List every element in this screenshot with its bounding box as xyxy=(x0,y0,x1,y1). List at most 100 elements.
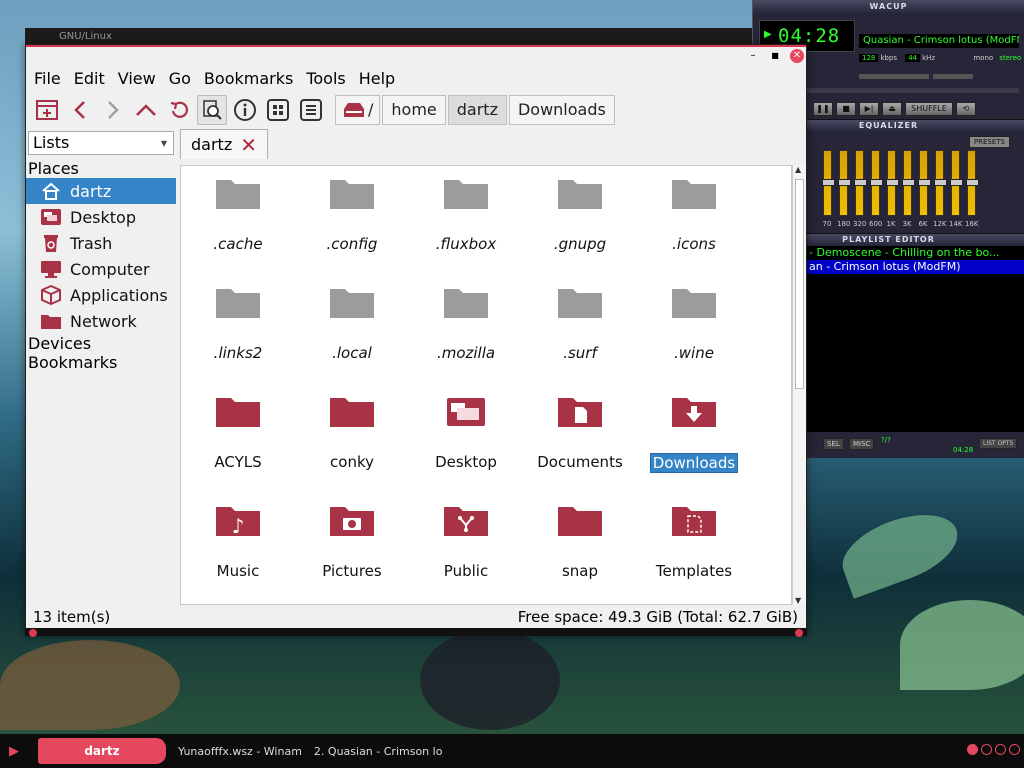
eq-slider[interactable] xyxy=(838,150,851,216)
hidden-folder-icon xyxy=(329,285,375,319)
tab-dartz[interactable]: dartz ✕ xyxy=(180,129,268,159)
workspace-button[interactable]: dartz xyxy=(38,738,166,764)
list-view-button[interactable] xyxy=(296,95,326,125)
wallpaper-leaf xyxy=(420,630,560,730)
back-button[interactable] xyxy=(65,95,95,125)
eject-button[interactable]: ⏏ xyxy=(882,102,902,116)
search-button[interactable] xyxy=(197,95,227,125)
properties-button[interactable] xyxy=(230,95,260,125)
folder-label: .cache xyxy=(213,235,263,253)
eq-slider[interactable] xyxy=(934,150,947,216)
folder-item[interactable]: Desktop xyxy=(411,394,521,471)
folder-item[interactable]: ♪ Music xyxy=(183,503,293,580)
folder-item[interactable]: Pictures xyxy=(297,503,407,580)
close-tab-icon[interactable]: ✕ xyxy=(240,133,257,157)
folder-item[interactable]: .links2 xyxy=(183,285,293,362)
folder-item[interactable]: .wine xyxy=(639,285,749,362)
workspace-dot[interactable] xyxy=(995,744,1006,755)
folder-item[interactable]: .fluxbox xyxy=(411,176,521,253)
new-tab-button[interactable] xyxy=(32,95,62,125)
folder-item[interactable]: conky xyxy=(297,394,407,471)
eq-slider[interactable] xyxy=(886,150,899,216)
menu-help[interactable]: Help xyxy=(359,69,395,88)
sidebar-item-computer[interactable]: Computer xyxy=(26,256,176,282)
folder-item[interactable]: Public xyxy=(411,503,521,580)
parent-folder-button[interactable] xyxy=(131,95,161,125)
devices-heading[interactable]: Devices xyxy=(26,334,176,353)
file-icon-view[interactable]: .cache .config .fluxbox .gnupg .icons .links2… xyxy=(180,165,792,605)
workspace-dot[interactable] xyxy=(967,744,978,755)
pause-button[interactable]: ❚❚ xyxy=(813,102,833,116)
maximize-icon[interactable]: ■ xyxy=(768,49,782,63)
menu-edit[interactable]: Edit xyxy=(74,69,105,88)
balance-slider[interactable] xyxy=(933,74,973,79)
eq-slider[interactable] xyxy=(854,150,867,216)
menu-bookmarks[interactable]: Bookmarks xyxy=(204,69,293,88)
folder-item[interactable]: ACYLS xyxy=(183,394,293,471)
playlist-misc-button[interactable]: MISC xyxy=(849,438,875,450)
folder-label: .wine xyxy=(674,344,714,362)
sidebar-item-applications[interactable]: Applications xyxy=(26,282,176,308)
sidebar-item-network[interactable]: Network xyxy=(26,308,176,334)
shuffle-button[interactable]: SHUFFLE xyxy=(905,102,953,116)
scrollbar-thumb[interactable] xyxy=(795,179,804,389)
desktop-icon xyxy=(40,208,62,226)
folder-item[interactable]: .gnupg xyxy=(525,176,635,253)
sidebar-mode-select[interactable]: Lists xyxy=(28,131,174,155)
scroll-down-icon[interactable]: ▼ xyxy=(795,596,801,605)
scroll-up-icon[interactable]: ▲ xyxy=(795,165,801,174)
folder-item[interactable]: snap xyxy=(525,503,635,580)
menu-file[interactable]: File xyxy=(34,69,61,88)
icon-view-button[interactable] xyxy=(263,95,293,125)
playlist-list-options-button[interactable]: LIST OPTS xyxy=(979,438,1018,449)
presets-button[interactable]: PRESETS xyxy=(968,136,1010,148)
minimize-icon[interactable]: – xyxy=(746,49,760,63)
folder-item[interactable]: Templates xyxy=(639,503,749,580)
eq-slider[interactable] xyxy=(918,150,931,216)
reload-button[interactable] xyxy=(164,95,194,125)
folder-item[interactable]: .icons xyxy=(639,176,749,253)
playlist-sel-button[interactable]: SEL xyxy=(823,438,844,450)
volume-slider[interactable] xyxy=(859,74,929,79)
forward-button[interactable] xyxy=(98,95,128,125)
breadcrumb-home[interactable]: home xyxy=(382,95,446,125)
folder-item[interactable]: Documents xyxy=(525,394,635,471)
eq-label: 12K xyxy=(933,220,947,228)
folder-item[interactable]: .surf xyxy=(525,285,635,362)
hidden-folder-icon xyxy=(557,285,603,319)
menu-play-icon[interactable]: ▶ xyxy=(0,744,28,759)
eq-slider[interactable] xyxy=(822,150,835,216)
folder-item[interactable]: .local xyxy=(297,285,407,362)
menu-go[interactable]: Go xyxy=(169,69,191,88)
next-button[interactable]: ▶| xyxy=(859,102,879,116)
workspace-dot[interactable] xyxy=(1009,744,1020,755)
sidebar-item-desktop[interactable]: Desktop xyxy=(26,204,176,230)
menu-tools[interactable]: Tools xyxy=(306,69,345,88)
window-titlebar[interactable]: – ■ ✕ xyxy=(26,45,806,65)
breadcrumb-root[interactable]: / xyxy=(335,95,381,125)
menu-view[interactable]: View xyxy=(118,69,156,88)
sidebar-item-dartz[interactable]: dartz xyxy=(26,178,176,204)
breadcrumb-downloads[interactable]: Downloads xyxy=(508,95,615,125)
breadcrumb-dartz[interactable]: dartz xyxy=(447,95,507,125)
close-icon[interactable]: ✕ xyxy=(790,49,804,63)
repeat-button[interactable]: ⟲ xyxy=(956,102,976,116)
eq-slider[interactable] xyxy=(966,150,979,216)
task-playlist[interactable]: 2. Quasian - Crimson lo xyxy=(314,745,443,758)
sidebar-item-trash[interactable]: Trash xyxy=(26,230,176,256)
folder-item[interactable]: .config xyxy=(297,176,407,253)
stop-button[interactable]: ■ xyxy=(836,102,856,116)
folder-item[interactable]: .cache xyxy=(183,176,293,253)
vertical-scrollbar[interactable]: ▲ ▼ xyxy=(792,165,806,605)
eq-slider[interactable] xyxy=(902,150,915,216)
task-winamp[interactable]: Yunaofffx.wsz - Winam xyxy=(178,745,302,758)
folder-item[interactable]: Downloads xyxy=(639,394,749,473)
bookmarks-heading[interactable]: Bookmarks xyxy=(26,353,176,372)
workspace-dot[interactable] xyxy=(981,744,992,755)
status-bar: 13 item(s) Free space: 49.3 GiB (Total: … xyxy=(26,605,806,629)
eq-slider[interactable] xyxy=(870,150,883,216)
places-heading[interactable]: Places xyxy=(26,159,176,178)
eq-slider[interactable] xyxy=(950,150,963,216)
folder-item[interactable]: .mozilla xyxy=(411,285,521,362)
winamp-titlebar[interactable]: WACUP xyxy=(753,0,1024,14)
